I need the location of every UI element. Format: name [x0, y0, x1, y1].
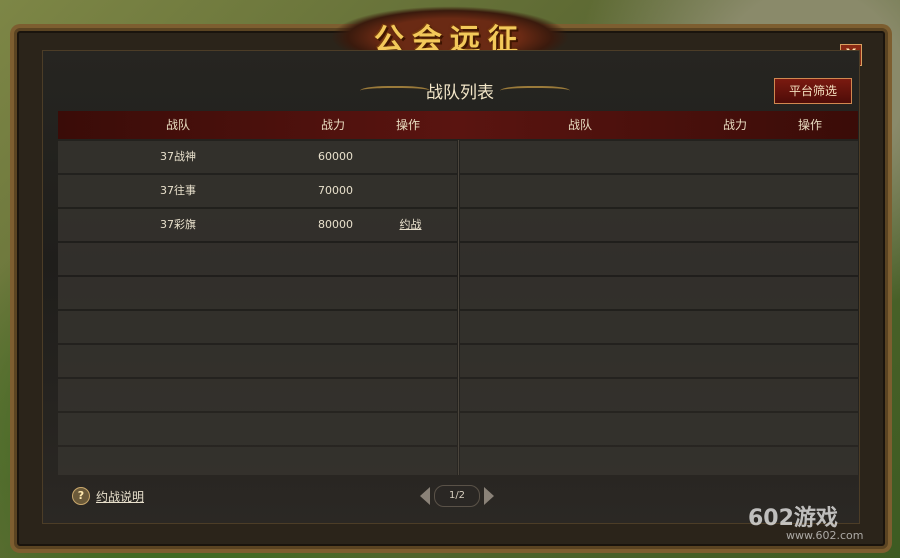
- platform-filter-button[interactable]: 平台筛选: [774, 78, 852, 104]
- table-row: [460, 175, 858, 207]
- column-divider: [458, 140, 459, 475]
- header-action-left: 操作: [395, 118, 420, 132]
- table-row: [460, 277, 858, 309]
- page-indicator: 1/2: [434, 485, 480, 507]
- team-power: 70000: [318, 184, 353, 197]
- team-power: 80000: [318, 218, 353, 231]
- table-row: [58, 379, 457, 411]
- header-power-right: 战力: [722, 118, 747, 132]
- header-team-left: 战队: [165, 118, 190, 132]
- help-icon: ?: [72, 487, 90, 505]
- team-name: 37战神: [160, 150, 196, 163]
- help-link[interactable]: 约战说明: [96, 488, 144, 505]
- table-row: [460, 379, 858, 411]
- table-row: [460, 311, 858, 343]
- table-row: [58, 413, 457, 445]
- table-row: [58, 447, 457, 475]
- challenge-link[interactable]: 约战: [378, 209, 443, 241]
- next-page-icon[interactable]: [484, 487, 494, 505]
- table-row: 37彩旗 80000 约战: [58, 209, 457, 241]
- table-row: [58, 345, 457, 377]
- watermark-url: www.602.com: [786, 529, 864, 542]
- table-row: [460, 243, 858, 275]
- table-row: [460, 413, 858, 445]
- table-row: [460, 209, 858, 241]
- table-row: [58, 311, 457, 343]
- table-header: 战队 战力 操作 战队 战力 操作: [58, 111, 858, 139]
- pagination: 1/2: [420, 485, 494, 507]
- table-row: [460, 447, 858, 475]
- header-power-left: 战力: [320, 118, 345, 132]
- header-action-right: 操作: [797, 118, 822, 132]
- prev-page-icon[interactable]: [420, 487, 430, 505]
- table-row: [460, 345, 858, 377]
- challenge-help[interactable]: ? 约战说明: [72, 487, 144, 505]
- table-row: 37战神 60000: [58, 141, 457, 173]
- team-name: 37彩旗: [160, 218, 196, 231]
- table-row: [58, 243, 457, 275]
- table-row: [460, 141, 858, 173]
- header-team-right: 战队: [567, 118, 592, 132]
- watermark-logo: 602游戏: [748, 506, 838, 531]
- table-row: [58, 277, 457, 309]
- list-title: 战队列表: [426, 83, 494, 103]
- team-power: 60000: [318, 150, 353, 163]
- team-name: 37往事: [160, 184, 196, 197]
- table-row: 37往事 70000: [58, 175, 457, 207]
